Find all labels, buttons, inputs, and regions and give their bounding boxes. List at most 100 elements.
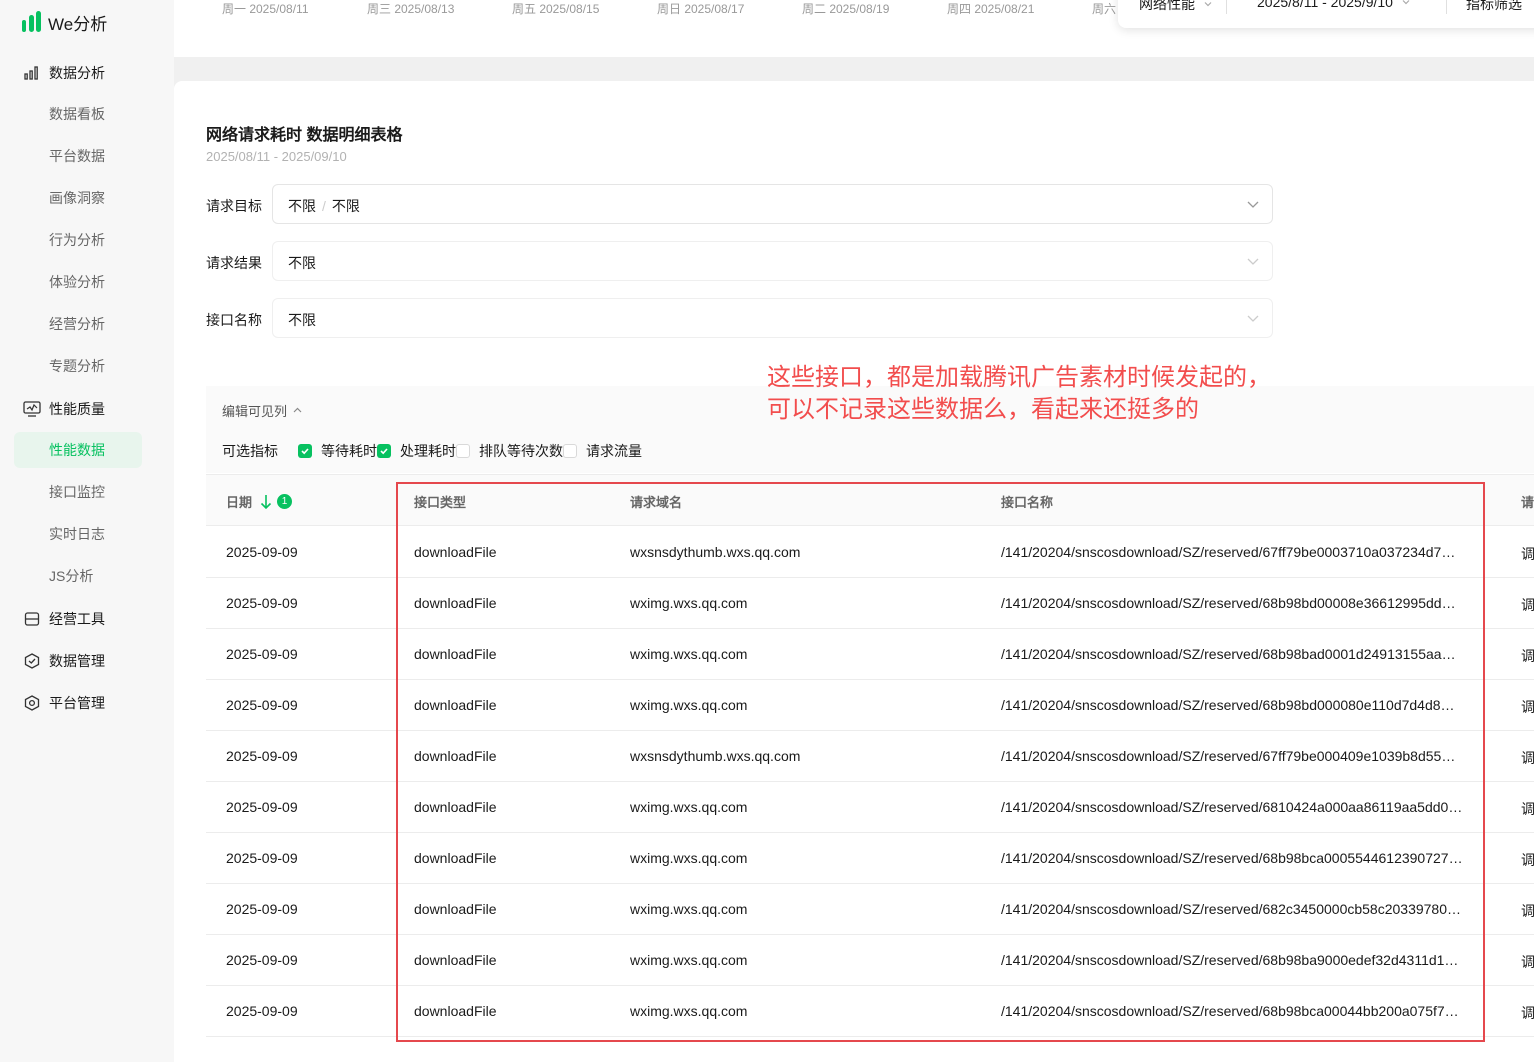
cell-api-name: /141/20204/snscosdownload/SZ/reserved/68… (1001, 799, 1463, 815)
cell-date: 2025-09-09 (226, 901, 298, 917)
check-icon (301, 448, 309, 455)
cell-domain: wximg.wxs.qq.com (630, 595, 748, 611)
sidebar-group-label: 平台管理 (49, 695, 105, 711)
sidebar-item-label: 接口监控 (49, 484, 105, 500)
table-row[interactable]: 2025-09-09 downloadFile wximg.wxs.qq.com/1… (206, 935, 1534, 986)
detail-table-card: 网络请求耗时 数据明细表格 2025/08/11 - 2025/09/10 请求… (174, 81, 1534, 1062)
cell-api-type: downloadFile (414, 748, 497, 764)
cell-api-type: downloadFile (414, 799, 497, 815)
column-header-cut[interactable]: 请 (1521, 492, 1534, 511)
cell-domain: wximg.wxs.qq.com (630, 799, 748, 815)
check-icon (380, 448, 388, 455)
sidebar-item-label: 专题分析 (49, 358, 105, 374)
table-row[interactable]: 2025-09-09 downloadFile wximg.wxs.qq.com/1… (206, 986, 1534, 1037)
filter-label-result: 请求结果 (206, 255, 262, 271)
cell-api-type: downloadFile (414, 544, 497, 560)
sidebar-item-js-analysis[interactable]: JS分析 (14, 558, 142, 594)
toggle-label: 编辑可见列 (222, 404, 288, 419)
table-row[interactable]: 2025-09-09 downloadFile wxsnsdythumb.wxs.q… (206, 731, 1534, 782)
cell-date: 2025-09-09 (226, 595, 298, 611)
annotation-note: 这些接口，都是加载腾讯广告素材时候发起的， 可以不记录这些数据么，看起来还挺多的 (767, 362, 1271, 426)
sidebar-item-platform-data[interactable]: 平台数据 (14, 138, 142, 174)
table-row[interactable]: 2025-09-09 downloadFile wximg.wxs.qq.com/1… (206, 680, 1534, 731)
cell-cut: 调 (1521, 546, 1534, 562)
request-result-select[interactable]: 不限 (272, 241, 1273, 281)
checkbox-wait-time[interactable] (298, 444, 312, 458)
sidebar-item-business[interactable]: 经营分析 (14, 306, 142, 342)
cell-domain: wximg.wxs.qq.com (630, 697, 748, 713)
cell-date: 2025-09-09 (226, 799, 298, 815)
cell-date: 2025-09-09 (226, 748, 298, 764)
settings-hex-icon (23, 694, 41, 712)
checkbox-queue-count[interactable] (456, 444, 470, 458)
date-tab[interactable]: 周三 2025/08/13 (367, 0, 454, 17)
filter-label-api-name: 接口名称 (206, 312, 262, 328)
app-logo[interactable]: We分析 (22, 9, 107, 35)
select-value: 不限 (288, 312, 316, 328)
request-target-select[interactable]: 不限 / 不限 (272, 184, 1273, 224)
cell-cut: 调 (1521, 852, 1534, 868)
table-row[interactable]: 2025-09-09 downloadFile wximg.wxs.qq.com/1… (206, 629, 1534, 680)
cell-api-type: downloadFile (414, 1003, 497, 1019)
sidebar-group-label: 经营工具 (49, 611, 105, 627)
category-dropdown[interactable]: 网络性能 (1139, 0, 1213, 14)
cell-api-name: /141/20204/snscosdownload/SZ/reserved/67… (1001, 748, 1456, 764)
sidebar-item-label: 画像洞察 (49, 190, 105, 206)
sidebar-item-experience[interactable]: 体验分析 (14, 264, 142, 300)
sidebar-group-business-tools[interactable]: 经营工具 (0, 601, 174, 637)
sidebar-item-portrait[interactable]: 画像洞察 (14, 180, 142, 216)
cell-api-type: downloadFile (414, 646, 497, 662)
select-value: 不限 (288, 198, 316, 214)
card-title: 网络请求耗时 数据明细表格 (206, 127, 403, 144)
optional-metrics-row: 可选指标 等待耗时 处理耗时 排队等待次数 请求流量 (222, 441, 642, 461)
annotation-line: 这些接口，都是加载腾讯广告素材时候发起的， (767, 364, 1271, 391)
cell-domain: wxsnsdythumb.wxs.qq.com (630, 544, 801, 560)
checkbox-request-traffic[interactable] (563, 444, 577, 458)
date-tab[interactable]: 周五 2025/08/15 (512, 0, 599, 17)
cell-api-name: /141/20204/snscosdownload/SZ/reserved/68… (1001, 850, 1463, 866)
table-row[interactable]: 2025-09-09 downloadFile wximg.wxs.qq.com/1… (206, 833, 1534, 884)
date-tab[interactable]: 周二 2025/08/19 (802, 0, 889, 17)
date-tab[interactable]: 周日 2025/08/17 (657, 0, 744, 17)
table-row[interactable]: 2025-09-09 downloadFile wximg.wxs.qq.com/1… (206, 578, 1534, 629)
sidebar-item-dashboard[interactable]: 数据看板 (14, 96, 142, 132)
sidebar-item-perf-data[interactable]: 性能数据 (14, 432, 142, 468)
shield-check-icon (23, 652, 41, 670)
metric-filter-button[interactable]: 指标筛选 (1466, 0, 1522, 14)
sidebar-group-label: 数据管理 (49, 653, 105, 669)
monitor-icon (23, 400, 41, 418)
checkbox-process-time[interactable] (377, 444, 391, 458)
chevron-down-icon (1247, 201, 1259, 208)
date-tab[interactable]: 周六 (1092, 0, 1116, 17)
date-tab[interactable]: 周四 2025/08/21 (947, 0, 1034, 17)
chevron-down-icon (1247, 315, 1259, 322)
separator: / (322, 198, 326, 214)
cell-api-name: /141/20204/snscosdownload/SZ/reserved/68… (1001, 901, 1462, 917)
table-row[interactable]: 2025-09-09 downloadFile wximg.wxs.qq.com/1… (206, 782, 1534, 833)
column-header-api-name[interactable]: 接口名称 (1001, 492, 1053, 511)
sidebar-group-label: 数据分析 (49, 65, 105, 81)
sidebar-item-realtime-log[interactable]: 实时日志 (14, 516, 142, 552)
cell-date: 2025-09-09 (226, 1003, 298, 1019)
column-header-api-type[interactable]: 接口类型 (414, 492, 466, 511)
table-row[interactable]: 2025-09-09 downloadFile wximg.wxs.qq.com/1… (206, 884, 1534, 935)
column-header-date[interactable]: 日期 1 (226, 492, 293, 511)
date-range-picker[interactable]: 2025/8/11 - 2025/9/10 (1257, 0, 1411, 10)
sidebar-group-platform-management[interactable]: 平台管理 (0, 685, 174, 721)
column-header-domain[interactable]: 请求域名 (630, 492, 682, 511)
date-tab[interactable]: 周一 2025/08/11 (222, 0, 309, 17)
sidebar-item-behavior[interactable]: 行为分析 (14, 222, 142, 258)
cell-api-type: downloadFile (414, 952, 497, 968)
sidebar-item-api-monitor[interactable]: 接口监控 (14, 474, 142, 510)
api-name-select[interactable]: 不限 (272, 298, 1273, 338)
category-label: 网络性能 (1139, 0, 1195, 12)
metric-label: 请求流量 (586, 443, 642, 459)
sidebar-item-topic[interactable]: 专题分析 (14, 348, 142, 384)
chevron-up-icon (293, 407, 302, 413)
sidebar-group-data-management[interactable]: 数据管理 (0, 643, 174, 679)
table-row[interactable]: 2025-09-09 downloadFile wxsnsdythumb.wxs.q… (206, 527, 1534, 578)
edit-visible-columns-toggle[interactable]: 编辑可见列 (222, 401, 303, 420)
sidebar-group-performance[interactable]: 性能质量 (0, 391, 174, 427)
sidebar-group-data-analysis[interactable]: 数据分析 (0, 55, 174, 91)
optional-metrics-label: 可选指标 (222, 443, 278, 459)
